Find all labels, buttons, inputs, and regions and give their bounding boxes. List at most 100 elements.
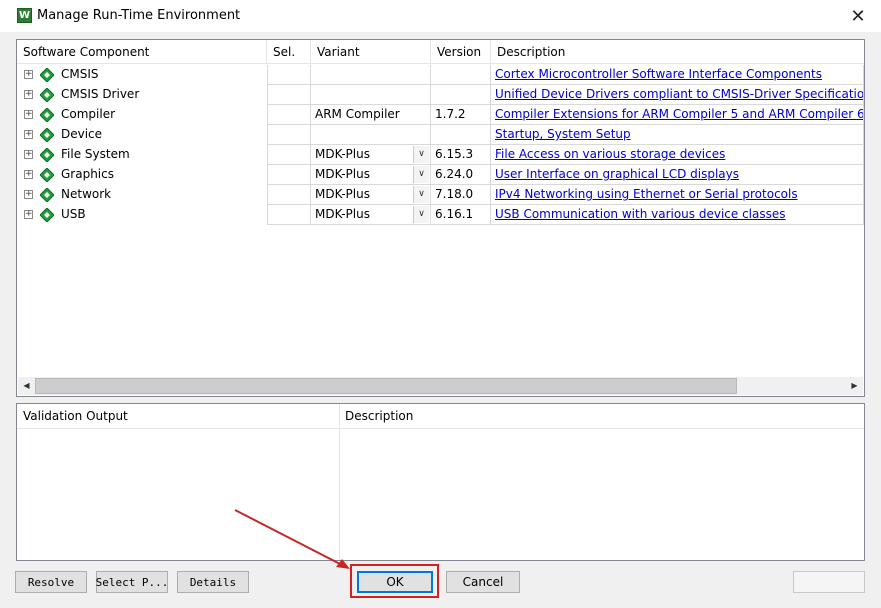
green-diamond-icon [40,188,54,202]
sel-cell[interactable] [267,65,311,85]
column-header-variant[interactable]: Variant [311,40,431,64]
status-area [793,571,865,593]
scroll-thumb[interactable] [35,378,737,394]
version-value: 1.7.2 [435,107,466,121]
component-name: CMSIS Driver [61,87,140,101]
component-cell[interactable]: + USB [17,205,267,225]
description-cell[interactable]: Cortex Microcontroller Software Interfac… [491,65,864,85]
version-value: 6.15.3 [435,147,474,161]
column-header-sel[interactable]: Sel. [267,40,311,64]
plus-box-icon[interactable]: + [24,70,33,79]
sel-cell[interactable] [267,105,311,125]
sel-cell[interactable] [267,145,311,165]
description-link[interactable]: Cortex Microcontroller Software Interfac… [495,67,822,81]
version-cell: 6.16.1 [431,205,491,225]
close-icon: ✕ [850,5,866,27]
green-diamond-icon [40,108,54,122]
plus-box-icon[interactable]: + [24,210,33,219]
description-cell[interactable]: User Interface on graphical LCD displays [491,165,864,185]
component-cell[interactable]: + CMSIS Driver [17,85,267,105]
component-cell[interactable]: + Graphics [17,165,267,185]
chevron-down-icon[interactable]: ∨ [413,166,429,183]
validation-divider [339,404,340,560]
description-link[interactable]: Unified Device Drivers compliant to CMSI… [495,87,863,101]
sel-cell[interactable] [267,205,311,225]
description-cell[interactable]: Unified Device Drivers compliant to CMSI… [491,85,864,105]
variant-cell[interactable]: MDK-Plus ∨ [311,185,431,205]
version-value: 6.16.1 [435,207,474,221]
variant-cell[interactable]: MDK-Plus ∨ [311,165,431,185]
component-cell[interactable]: + Network [17,185,267,205]
component-cell[interactable]: + CMSIS [17,65,267,85]
description-cell[interactable]: Startup, System Setup [491,125,864,145]
variant-cell[interactable]: MDK-Plus ∨ [311,205,431,225]
close-button[interactable]: ✕ [835,0,881,32]
component-cell[interactable]: + Compiler [17,105,267,125]
version-cell [431,65,491,85]
description-cell[interactable]: Compiler Extensions for ARM Compiler 5 a… [491,105,864,125]
component-name: Device [61,127,103,141]
variant-cell[interactable] [311,85,431,105]
component-name: Network [61,187,112,201]
plus-box-icon[interactable]: + [24,130,33,139]
sel-cell[interactable] [267,185,311,205]
component-cell[interactable]: + Device [17,125,267,145]
variant-cell[interactable] [311,125,431,145]
plus-box-icon[interactable]: + [24,190,33,199]
table-row[interactable]: + USB MDK-Plus ∨ 6.16.1 USB Communicatio… [17,205,864,225]
description-cell[interactable]: USB Communication with various device cl… [491,205,864,225]
select-packs-button[interactable]: Select P... [96,571,168,593]
description-link[interactable]: IPv4 Networking using Ethernet or Serial… [495,187,798,201]
variant-cell[interactable]: ARM Compiler [311,105,431,125]
horizontal-scrollbar[interactable]: ◀ ▶ [18,377,863,395]
component-grid: Software Component Sel. Variant Version … [16,39,865,397]
column-header-description[interactable]: Description [491,40,864,64]
scroll-left-icon[interactable]: ◀ [18,377,35,395]
version-value: 6.24.0 [435,167,474,181]
variant-cell[interactable] [311,65,431,85]
chevron-down-icon[interactable]: ∨ [413,206,429,223]
plus-box-icon[interactable]: + [24,170,33,179]
cancel-button[interactable]: Cancel [446,571,520,593]
version-cell [431,85,491,105]
sel-cell[interactable] [267,165,311,185]
table-row[interactable]: + Compiler ARM Compiler 1.7.2 Compiler E… [17,105,864,125]
description-link[interactable]: Compiler Extensions for ARM Compiler 5 a… [495,107,863,121]
plus-box-icon[interactable]: + [24,110,33,119]
scroll-right-icon[interactable]: ▶ [846,377,863,395]
table-row[interactable]: + Device Startup, System Setup [17,125,864,145]
column-header-version[interactable]: Version [431,40,491,64]
description-link[interactable]: File Access on various storage devices [495,147,725,161]
description-cell[interactable]: File Access on various storage devices [491,145,864,165]
validation-header: Validation Output Description [17,404,864,429]
chevron-down-icon[interactable]: ∨ [413,146,429,163]
plus-box-icon[interactable]: + [24,150,33,159]
variant-cell[interactable]: MDK-Plus ∨ [311,145,431,165]
validation-description-header[interactable]: Description [339,404,864,429]
validation-output-header[interactable]: Validation Output [17,404,339,429]
description-link[interactable]: USB Communication with various device cl… [495,207,786,221]
column-header-component[interactable]: Software Component [17,40,267,64]
sel-cell[interactable] [267,85,311,105]
component-cell[interactable]: + File System [17,145,267,165]
table-row[interactable]: + Network MDK-Plus ∨ 7.18.0 IPv4 Network… [17,185,864,205]
chevron-down-icon[interactable]: ∨ [413,186,429,203]
table-row[interactable]: + File System MDK-Plus ∨ 6.15.3 File Acc… [17,145,864,165]
description-cell[interactable]: IPv4 Networking using Ethernet or Serial… [491,185,864,205]
ok-highlight-box [350,564,439,598]
plus-box-icon[interactable]: + [24,90,33,99]
component-rows: + CMSIS Cortex Microcontroller Software … [17,65,864,225]
variant-value: MDK-Plus [315,207,370,221]
details-button[interactable]: Details [177,571,249,593]
table-row[interactable]: + CMSIS Cortex Microcontroller Software … [17,65,864,85]
version-cell [431,125,491,145]
version-cell: 6.24.0 [431,165,491,185]
description-link[interactable]: User Interface on graphical LCD displays [495,167,739,181]
resolve-button[interactable]: Resolve [15,571,87,593]
table-row[interactable]: + Graphics MDK-Plus ∨ 6.24.0 User Interf… [17,165,864,185]
description-link[interactable]: Startup, System Setup [495,127,631,141]
table-row[interactable]: + CMSIS Driver Unified Device Drivers co… [17,85,864,105]
version-value: 7.18.0 [435,187,474,201]
variant-value: MDK-Plus [315,187,370,201]
sel-cell[interactable] [267,125,311,145]
